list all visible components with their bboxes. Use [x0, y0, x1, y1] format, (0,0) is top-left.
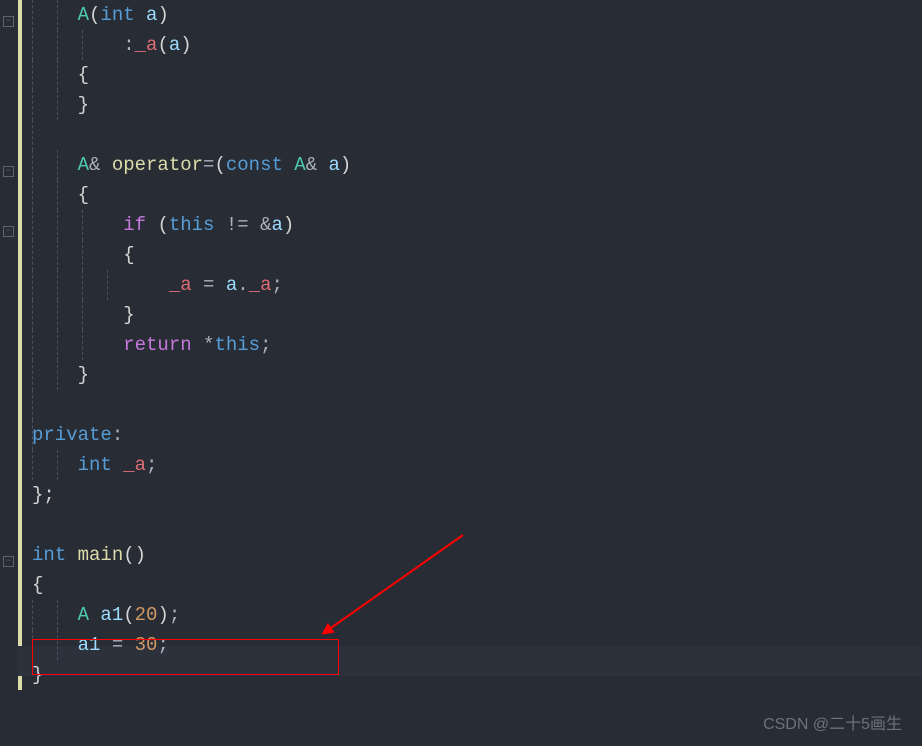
code-line[interactable]: :_a(a): [32, 30, 922, 60]
code-line[interactable]: A a1(20);: [32, 600, 922, 630]
code-line[interactable]: {: [32, 570, 922, 600]
code-line[interactable]: }: [32, 300, 922, 330]
code-line[interactable]: }: [32, 360, 922, 390]
code-line[interactable]: _a = a._a;: [32, 270, 922, 300]
code-line[interactable]: return *this;: [32, 330, 922, 360]
fold-marker-icon[interactable]: −: [3, 226, 14, 237]
code-line[interactable]: }: [32, 90, 922, 120]
fold-marker-icon[interactable]: −: [3, 166, 14, 177]
fold-gutter: − − − −: [0, 0, 18, 746]
change-marker: [18, 0, 22, 690]
code-line[interactable]: int _a;: [32, 450, 922, 480]
code-line[interactable]: {: [32, 60, 922, 90]
code-line[interactable]: };: [32, 480, 922, 510]
code-line[interactable]: [32, 120, 922, 150]
code-line[interactable]: {: [32, 180, 922, 210]
code-line[interactable]: if (this != &a): [32, 210, 922, 240]
code-editor[interactable]: − − − − A(int a) :_a(a) { } A& operator=…: [0, 0, 922, 746]
code-line[interactable]: A& operator=(const A& a): [32, 150, 922, 180]
code-line[interactable]: [32, 510, 922, 540]
code-line[interactable]: [32, 390, 922, 420]
code-content[interactable]: A(int a) :_a(a) { } A& operator=(const A…: [24, 0, 922, 690]
fold-marker-icon[interactable]: −: [3, 556, 14, 567]
code-line[interactable]: a1 = 30;: [32, 630, 922, 660]
code-line[interactable]: {: [32, 240, 922, 270]
code-line[interactable]: int main(): [32, 540, 922, 570]
code-line[interactable]: A(int a): [32, 0, 922, 30]
fold-marker-icon[interactable]: −: [3, 16, 14, 27]
watermark-text: CSDN @二十5画生: [763, 710, 902, 734]
code-line[interactable]: private:: [32, 420, 922, 450]
code-line[interactable]: }: [32, 660, 922, 690]
code-area[interactable]: A(int a) :_a(a) { } A& operator=(const A…: [18, 0, 922, 746]
